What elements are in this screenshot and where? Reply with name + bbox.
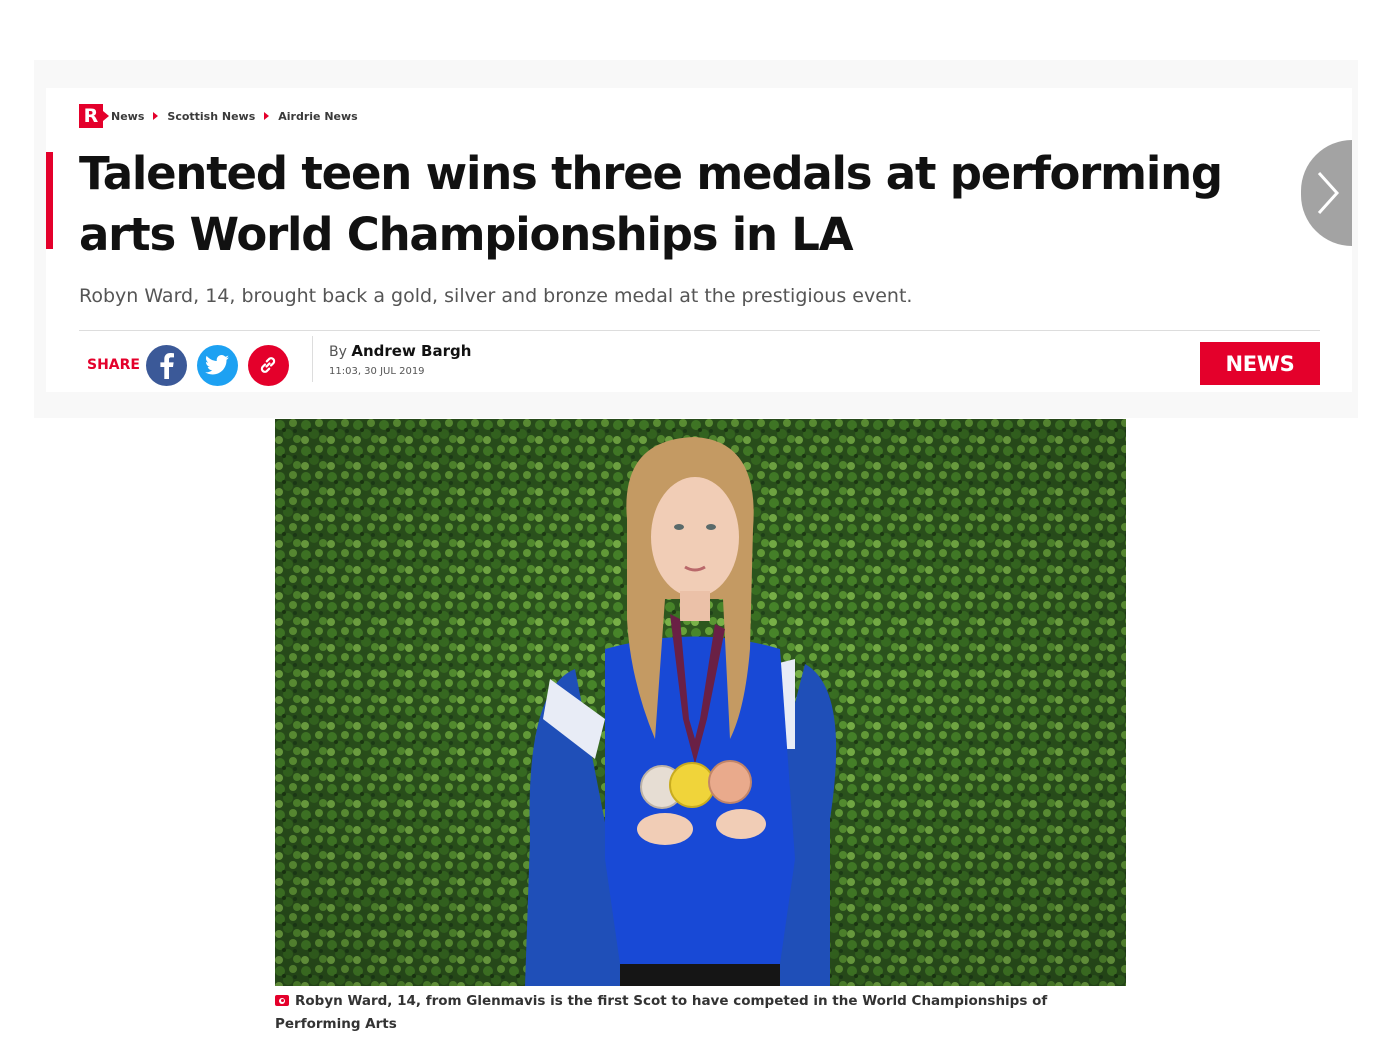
share-facebook-button[interactable] (145, 344, 187, 386)
breadcrumb-separator-icon (153, 112, 159, 120)
share-label: SHARE (87, 357, 140, 373)
chevron-right-icon (1317, 171, 1339, 215)
byline-separator (312, 336, 313, 382)
byline-prefix: By (329, 344, 347, 360)
breadcrumb: R News Scottish News Airdrie News (79, 103, 358, 129)
article-standfirst: Robyn Ward, 14, brought back a gold, sil… (79, 285, 913, 307)
twitter-icon (205, 355, 230, 375)
camera-icon (275, 995, 289, 1006)
link-icon (261, 357, 276, 373)
article-headline: Talented teen wins three medals at perfo… (79, 147, 1223, 261)
divider (79, 330, 1320, 331)
breadcrumb-item-airdrie-news[interactable]: Airdrie News (278, 110, 357, 123)
share-twitter-button[interactable] (196, 344, 238, 386)
brand-logo[interactable]: R (79, 104, 109, 128)
article-photo (275, 419, 1126, 986)
breadcrumb-separator-icon (264, 112, 270, 120)
copy-link-button[interactable] (247, 344, 289, 386)
category-badge[interactable]: NEWS (1200, 342, 1320, 385)
photo-illustration (275, 419, 1126, 986)
photo-caption-text: Robyn Ward, 14, from Glenmavis is the fi… (275, 993, 1048, 1032)
photo-caption: Robyn Ward, 14, from Glenmavis is the fi… (275, 990, 1135, 1036)
facebook-icon (160, 353, 175, 379)
headline-accent-bar (46, 152, 53, 249)
author-link[interactable]: Andrew Bargh (351, 342, 471, 360)
byline: By Andrew Bargh (329, 342, 471, 360)
share-bar: SHARE (87, 344, 299, 386)
breadcrumb-item-scottish-news[interactable]: Scottish News (167, 110, 255, 123)
breadcrumb-item-news[interactable]: News (111, 110, 144, 123)
publish-timestamp: 11:03, 30 JUL 2019 (329, 366, 425, 377)
